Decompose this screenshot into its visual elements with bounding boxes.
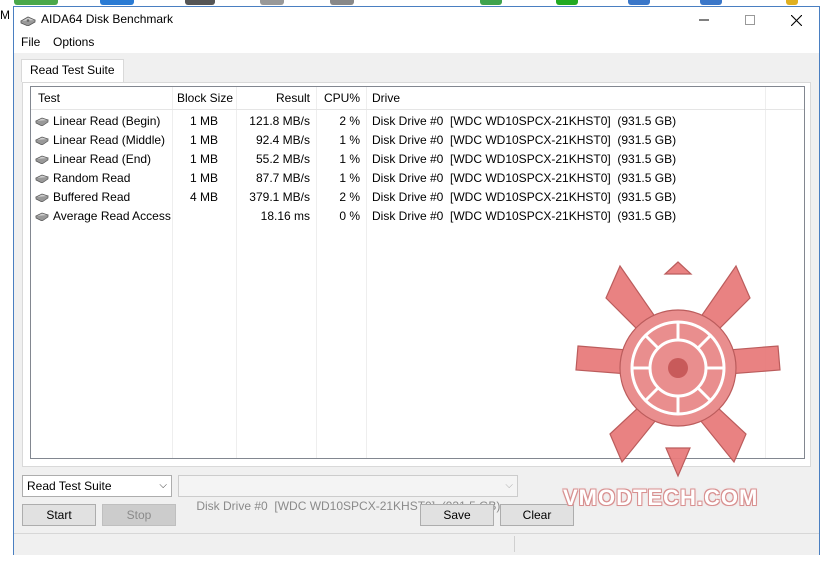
result-value: 121.8 MB/s bbox=[249, 114, 310, 128]
test-suite-dropdown[interactable]: Read Test Suite ⌵ bbox=[22, 475, 172, 497]
menu-file[interactable]: File bbox=[21, 35, 40, 49]
status-divider bbox=[514, 536, 515, 552]
tab-read-test-suite[interactable]: Read Test Suite bbox=[21, 59, 124, 82]
title-bar[interactable]: AIDA64 Disk Benchmark bbox=[14, 7, 819, 33]
background-window-letter: M bbox=[0, 8, 10, 22]
desktop-icon-fragment bbox=[330, 0, 354, 5]
table-header: Test Block Size Result CPU% Drive bbox=[31, 87, 804, 110]
disk-icon bbox=[35, 212, 49, 221]
result-value: 379.1 MB/s bbox=[249, 190, 310, 204]
save-button[interactable]: Save bbox=[420, 504, 494, 526]
disk-icon bbox=[35, 174, 49, 183]
block-size: 1 MB bbox=[190, 114, 219, 128]
drive-name: Disk Drive #0 [WDC WD10SPCX-21KHST0] (93… bbox=[372, 114, 677, 128]
desktop-icon-fragment bbox=[786, 0, 798, 5]
column-header-drive[interactable]: Drive bbox=[372, 91, 400, 105]
chevron-down-icon: ⌵ bbox=[159, 480, 167, 491]
result-value: 87.7 MB/s bbox=[255, 171, 310, 185]
cpu-value: 1 % bbox=[339, 133, 360, 147]
result-value: 92.4 MB/s bbox=[255, 133, 310, 147]
drive-name: Disk Drive #0 [WDC WD10SPCX-21KHST0] (93… bbox=[372, 209, 677, 223]
cpu-value: 2 % bbox=[339, 114, 360, 128]
desktop-icon-fragment bbox=[185, 0, 215, 5]
maximize-icon bbox=[745, 15, 755, 25]
column-header-block-size[interactable]: Block Size bbox=[177, 91, 233, 105]
test-name: Buffered Read bbox=[53, 190, 131, 204]
column-header-test[interactable]: Test bbox=[38, 91, 60, 105]
result-value: 18.16 ms bbox=[260, 209, 310, 223]
disk-icon bbox=[35, 117, 49, 126]
desktop-icon-fragment bbox=[700, 0, 722, 5]
table-row[interactable]: Linear Read (Middle) 1 MB 92.4 MB/s 1 % … bbox=[31, 131, 804, 150]
desktop-icon-fragment bbox=[556, 0, 578, 5]
cpu-value: 0 % bbox=[339, 209, 360, 223]
disk-icon bbox=[35, 155, 49, 164]
result-value: 55.2 MB/s bbox=[255, 152, 310, 166]
desktop-icon-fragment bbox=[260, 0, 284, 5]
status-bar bbox=[14, 533, 819, 555]
test-name: Average Read Access bbox=[53, 209, 171, 223]
block-size: 4 MB bbox=[190, 190, 219, 204]
window-title: AIDA64 Disk Benchmark bbox=[41, 12, 174, 26]
drive-name: Disk Drive #0 [WDC WD10SPCX-21KHST0] (93… bbox=[372, 171, 677, 185]
drive-dropdown[interactable]: Disk Drive #0 [WDC WD10SPCX-21KHST0] (93… bbox=[178, 475, 518, 513]
tab-strip: Read Test Suite bbox=[14, 53, 819, 83]
start-button[interactable]: Start bbox=[22, 504, 96, 526]
disk-icon bbox=[35, 193, 49, 202]
table-row[interactable]: Average Read Access 18.16 ms 0 % Disk Dr… bbox=[31, 207, 804, 226]
test-name: Linear Read (End) bbox=[53, 152, 152, 166]
desktop-icon-fragment bbox=[628, 0, 650, 5]
stop-button[interactable]: Stop bbox=[102, 504, 176, 526]
block-size: 1 MB bbox=[190, 133, 219, 147]
table-row[interactable]: Buffered Read 4 MB 379.1 MB/s 2 % Disk D… bbox=[31, 188, 804, 207]
vmodtech-watermark-text: VMODTECH.COM bbox=[563, 485, 759, 510]
table-row[interactable]: Linear Read (Begin) 1 MB 121.8 MB/s 2 % … bbox=[31, 112, 804, 131]
table-row[interactable]: Linear Read (End) 1 MB 55.2 MB/s 1 % Dis… bbox=[31, 150, 804, 169]
column-header-cpu[interactable]: CPU% bbox=[321, 91, 360, 105]
drive-name: Disk Drive #0 [WDC WD10SPCX-21KHST0] (93… bbox=[372, 133, 677, 147]
menu-bar: File Options bbox=[14, 33, 819, 53]
test-suite-selected: Read Test Suite bbox=[27, 479, 112, 493]
vmodtech-logo-watermark bbox=[575, 261, 781, 478]
block-size: 1 MB bbox=[190, 152, 219, 166]
block-size: 1 MB bbox=[190, 171, 219, 185]
test-name: Linear Read (Begin) bbox=[53, 114, 161, 128]
cpu-value: 1 % bbox=[339, 171, 360, 185]
close-button[interactable] bbox=[773, 7, 819, 33]
chevron-down-icon: ⌵ bbox=[505, 480, 513, 491]
desktop-icon-fragment bbox=[100, 0, 134, 5]
menu-options[interactable]: Options bbox=[53, 35, 94, 49]
maximize-button[interactable] bbox=[727, 7, 773, 33]
cpu-value: 1 % bbox=[339, 152, 360, 166]
disk-app-icon bbox=[20, 16, 36, 26]
desktop-icon-fragment bbox=[480, 0, 502, 5]
minimize-button[interactable] bbox=[681, 7, 727, 33]
test-name: Linear Read (Middle) bbox=[53, 133, 166, 147]
table-row[interactable]: Random Read 1 MB 87.7 MB/s 1 % Disk Driv… bbox=[31, 169, 804, 188]
cpu-value: 2 % bbox=[339, 190, 360, 204]
drive-name: Disk Drive #0 [WDC WD10SPCX-21KHST0] (93… bbox=[372, 190, 677, 204]
drive-name: Disk Drive #0 [WDC WD10SPCX-21KHST0] (93… bbox=[372, 152, 677, 166]
disk-icon bbox=[35, 136, 49, 145]
minimize-icon bbox=[699, 19, 709, 21]
test-name: Random Read bbox=[53, 171, 131, 185]
column-header-result[interactable]: Result bbox=[241, 91, 310, 105]
close-icon bbox=[790, 14, 802, 26]
desktop-icon-fragment bbox=[14, 0, 58, 5]
